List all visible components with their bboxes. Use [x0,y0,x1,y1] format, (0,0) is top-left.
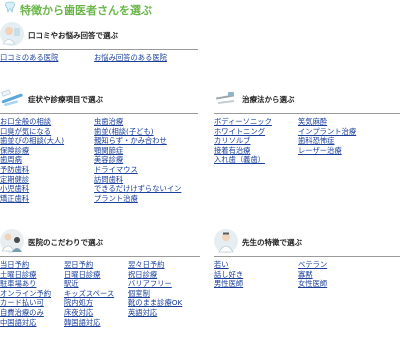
clinic-col-2: 翌日予約 日曜日診療 駅近 キッズスペース 院内処方 床夜対応 韓国語対応 [64,260,114,327]
doctor-link[interactable]: 寡黙 [298,270,327,280]
reviews-link[interactable]: お悩み回答のある医院 [94,53,167,63]
clinic-link[interactable]: 土曜日診療 [0,270,51,280]
clinic-link[interactable]: 翌日予約 [64,260,114,270]
reviews-col-2: お悩み回答のある医院 [94,53,167,63]
symptoms-link[interactable]: 虫歯治療 [94,117,181,127]
page-title: 特徴から歯医者さんを選ぶ [20,4,152,17]
section-divider [0,113,198,114]
clinic-link[interactable]: 院内処方 [64,298,114,308]
symptoms-link[interactable]: 矯正歯科 [0,194,64,204]
symptoms-link[interactable]: 訪問歯科 [94,175,181,185]
clinic-link[interactable]: 祝日診療 [128,270,182,280]
clinic-link[interactable]: 駐車場あり [0,279,51,289]
treatments-link[interactable]: 歯科恐怖症 [298,136,356,146]
doctor-section-title: 先生の特徴で選ぶ [242,238,302,247]
treatments-col-2: 笑気麻酔 インプラント治療 歯科恐怖症 レーザー治療 [298,117,356,155]
symptoms-link[interactable]: 予防歯科 [0,165,64,175]
doctor-patient-icon [0,229,24,253]
symptoms-link[interactable]: 顎関節症 [94,146,181,156]
symptoms-link[interactable]: 歯並びの相談(大人) [0,136,64,146]
clinic-link[interactable]: 中国語対応 [0,318,51,328]
doctor-link[interactable]: ベテラン [298,260,327,270]
treatments-link[interactable]: 入れ歯（義歯） [214,155,272,165]
symptoms-link[interactable]: できるだけけずらないイン [94,184,181,194]
symptoms-col-2: 虫歯治療 歯並(相談(子ども) 親知らず・かみ合わせ 顎関節症 美容診療 ドライマウス 訪問… [94,117,181,203]
treatments-link[interactable]: 笑気麻酔 [298,117,356,127]
clinic-link[interactable]: カード払い可 [0,298,51,308]
dentist-icon [214,229,238,253]
symptoms-link[interactable]: 小児歯科 [0,184,64,194]
treatments-section: 治療法から選ぶ ボディーソニック ホワイトニング カリソルブ 接着有治療 入れ歯（義歯）… [214,86,400,176]
symptoms-section-title: 症状や診療項目で選ぶ [28,95,103,104]
symptoms-link[interactable]: プラント治療 [94,194,181,204]
symptoms-col-1: お口全般の相談 口臭が気になる 歯並びの相談(大人) 保険診療 歯周病 予防歯科 定期健診小… [0,117,64,203]
treatments-section-title: 治療法から選ぶ [242,95,295,104]
reviews-section-title: 口コミやお悩み回答で選ぶ [28,31,118,40]
dental-tools-icon [215,92,235,104]
doctor-link[interactable]: 女性医師 [298,279,327,289]
treatments-col-1: ボディーソニック ホワイトニング カリソルブ 接着有治療 入れ歯（義歯） [214,117,272,165]
clinic-link[interactable]: 床夜対応 [64,308,114,318]
treatments-link[interactable]: ボディーソニック [214,117,272,127]
treatments-link[interactable]: レーザー治療 [298,146,356,156]
symptoms-link[interactable]: 定期健診 [0,175,64,185]
doctor-portrait-icon [0,22,24,46]
reviews-section: 口コミやお悩み回答で選ぶ 口コミのある医院 お悩み回答のある医院 [0,22,198,78]
clinic-col-3: 翌々日予約 祝日診療 バリアフリー 個室制 靴のまま診療OK 英語対応 [128,260,182,318]
symptoms-link[interactable]: 歯並(相談(子ども) [94,127,181,137]
treatments-link[interactable]: ホワイトニング [214,127,272,137]
clinic-link[interactable]: キッズスペース [64,289,114,299]
reviews-col-1: 口コミのある医院 [0,53,58,63]
clinic-section: 医院のこだわりで選ぶ 当日予約 土曜日診療 駐車場あり オンライン予約 カード払い可 自費… [0,229,200,354]
symptoms-link[interactable]: お口全般の相談 [0,117,64,127]
doctor-section: 先生の特徴で選ぶ 若い 話し好き 男性医師 ベテラン 寡黙 女性医師 [214,229,400,309]
clinic-link[interactable]: 英語対応 [128,308,182,318]
clinic-link[interactable]: 自費治療のみ [0,308,51,318]
treatments-link[interactable]: 接着有治療 [214,146,272,156]
section-divider [214,113,400,114]
doctor-col-2: ベテラン 寡黙 女性医師 [298,260,327,289]
clinic-link[interactable]: 日曜日診療 [64,270,114,280]
section-divider [214,256,400,257]
clinic-link[interactable]: 韓国語対応 [64,318,114,328]
symptoms-link[interactable]: ドライマウス [94,165,181,175]
doctor-link[interactable]: 若い [214,260,243,270]
clinic-link[interactable]: 靴のまま診療OK [128,298,182,308]
clinic-link[interactable]: 個室制 [128,289,182,299]
tooth-icon [5,1,15,13]
toothbrush-icon [1,89,23,107]
doctor-col-1: 若い 話し好き 男性医師 [214,260,243,289]
clinic-link[interactable]: オンライン予約 [0,289,51,299]
symptoms-link[interactable]: 口臭が気になる [0,127,64,137]
treatments-link[interactable]: インプラント治療 [298,127,356,137]
symptoms-link[interactable]: 歯周病 [0,155,64,165]
clinic-section-title: 医院のこだわりで選ぶ [28,238,103,247]
symptoms-link[interactable]: 美容診療 [94,155,181,165]
symptoms-section: 症状や診療項目で選ぶ お口全般の相談 口臭が気になる 歯並びの相談(大人) 保険診療歯… [0,86,198,226]
symptoms-link[interactable]: 親知らず・かみ合わせ [94,136,181,146]
section-divider [0,49,198,50]
treatments-link[interactable]: カリソルブ [214,136,272,146]
clinic-link[interactable]: バリアフリー [128,279,182,289]
clinic-link[interactable]: 駅近 [64,279,114,289]
page-header: 特徴から歯医者さんを選ぶ [0,0,400,18]
clinic-link[interactable]: 翌々日予約 [128,260,182,270]
clinic-link[interactable]: 当日予約 [0,260,51,270]
doctor-link[interactable]: 話し好き [214,270,243,280]
clinic-col-1: 当日予約 土曜日診療 駐車場あり オンライン予約 カード払い可 自費治療のみ 中国語対応 [0,260,51,327]
doctor-link[interactable]: 男性医師 [214,279,243,289]
section-divider [0,256,200,257]
reviews-link[interactable]: 口コミのある医院 [0,53,58,63]
symptoms-link[interactable]: 保険診療 [0,146,64,156]
